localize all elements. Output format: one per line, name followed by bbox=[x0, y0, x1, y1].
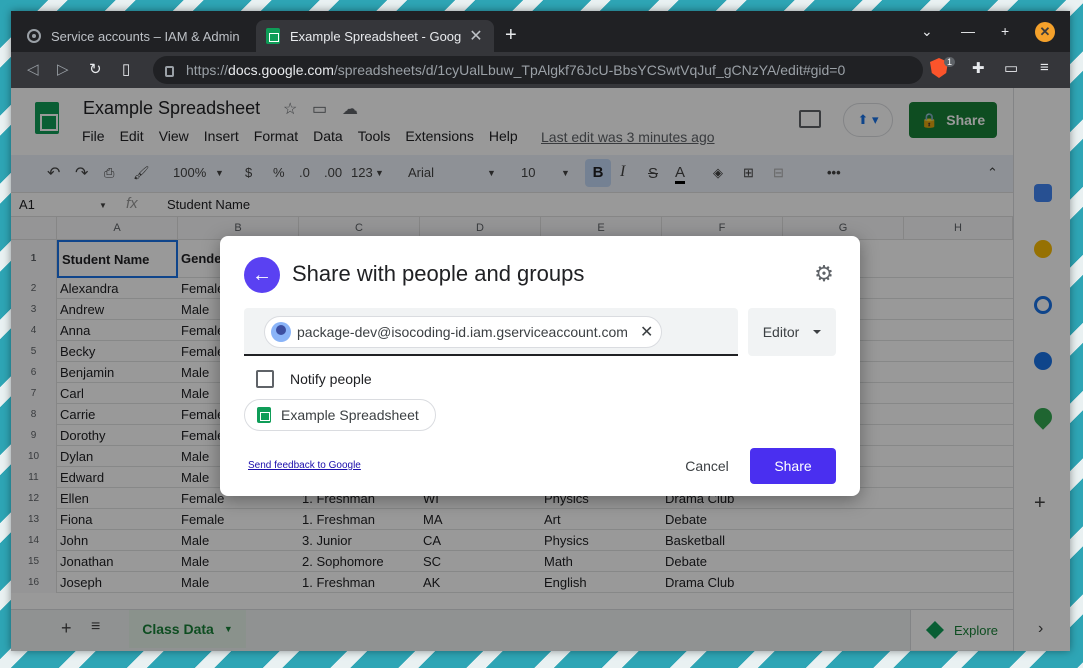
notify-checkbox[interactable] bbox=[256, 370, 274, 388]
share-button[interactable]: Share bbox=[750, 448, 836, 484]
role-caret-icon bbox=[813, 330, 822, 334]
maximize-icon[interactable]: + bbox=[1001, 23, 1009, 39]
settings-gear-icon[interactable]: ⚙ bbox=[812, 262, 836, 286]
forward-icon[interactable]: ▷ bbox=[57, 60, 69, 78]
browser-menu-icon[interactable]: ≡ bbox=[1040, 59, 1049, 76]
minimize-icon[interactable]: — bbox=[961, 23, 975, 39]
share-dialog: ← Share with people and groups ⚙ package… bbox=[220, 236, 860, 496]
url-prefix: https:// bbox=[186, 62, 229, 78]
tab-title: Example Spreadsheet - Goog bbox=[290, 28, 462, 44]
window-close-icon[interactable]: ✕ bbox=[1035, 22, 1055, 42]
brave-shield-badge: 1 bbox=[944, 57, 956, 67]
lock-icon bbox=[165, 65, 174, 77]
notify-people-row[interactable]: Notify people bbox=[256, 370, 372, 388]
role-dropdown[interactable]: Editor bbox=[748, 308, 836, 356]
send-feedback-link[interactable]: Send feedback to Google bbox=[248, 460, 361, 471]
notify-label[interactable]: Notify people bbox=[290, 371, 372, 387]
url-path: /spreadsheets/d/1cyUalLbuw_TpAlgkf76JcU-… bbox=[333, 62, 846, 78]
url-host: docs.google.com bbox=[228, 62, 334, 78]
sheets-favicon-icon bbox=[266, 28, 280, 44]
tab-service-accounts[interactable]: Service accounts – IAM & Admin bbox=[17, 20, 255, 52]
tab-title: Service accounts – IAM & Admin bbox=[51, 28, 240, 44]
remove-recipient-icon[interactable]: ✕ bbox=[640, 322, 653, 342]
recipient-input[interactable]: package-dev@isocoding-id.iam.gserviceacc… bbox=[244, 308, 738, 356]
new-tab-icon[interactable]: + bbox=[505, 24, 517, 47]
back-arrow-icon[interactable]: ← bbox=[244, 257, 280, 293]
recipient-email: package-dev@isocoding-id.iam.gserviceacc… bbox=[297, 324, 628, 340]
tab-search-chevron-icon[interactable]: ⌄ bbox=[921, 23, 933, 40]
iam-favicon-icon bbox=[27, 29, 41, 43]
back-icon[interactable]: ◁ bbox=[27, 60, 39, 78]
address-bar[interactable]: https:// docs.google.com /spreadsheets/d… bbox=[153, 56, 923, 84]
recipient-chip[interactable]: package-dev@isocoding-id.iam.gserviceacc… bbox=[264, 316, 663, 348]
cancel-button[interactable]: Cancel bbox=[672, 448, 742, 484]
recipient-avatar-icon bbox=[271, 322, 291, 342]
reload-icon[interactable]: ↻ bbox=[89, 60, 102, 78]
sheets-file-icon bbox=[257, 407, 271, 423]
wallet-icon[interactable]: ▭ bbox=[1004, 59, 1018, 77]
role-label: Editor bbox=[762, 324, 800, 340]
file-chip-label: Example Spreadsheet bbox=[281, 407, 419, 423]
tab-close-icon[interactable]: ✕ bbox=[468, 26, 484, 46]
extensions-puzzle-icon[interactable]: ✚ bbox=[972, 59, 985, 77]
dialog-title: Share with people and groups bbox=[292, 261, 585, 286]
tab-strip: Service accounts – IAM & Admin Example S… bbox=[11, 11, 1070, 52]
tab-example-spreadsheet[interactable]: Example Spreadsheet - Goog ✕ bbox=[256, 20, 494, 52]
browser-toolbar: ◁ ▷ ↻ ▯ https:// docs.google.com /spread… bbox=[11, 52, 1070, 88]
file-chip[interactable]: Example Spreadsheet bbox=[244, 399, 436, 431]
bookmark-icon[interactable]: ▯ bbox=[122, 60, 130, 78]
